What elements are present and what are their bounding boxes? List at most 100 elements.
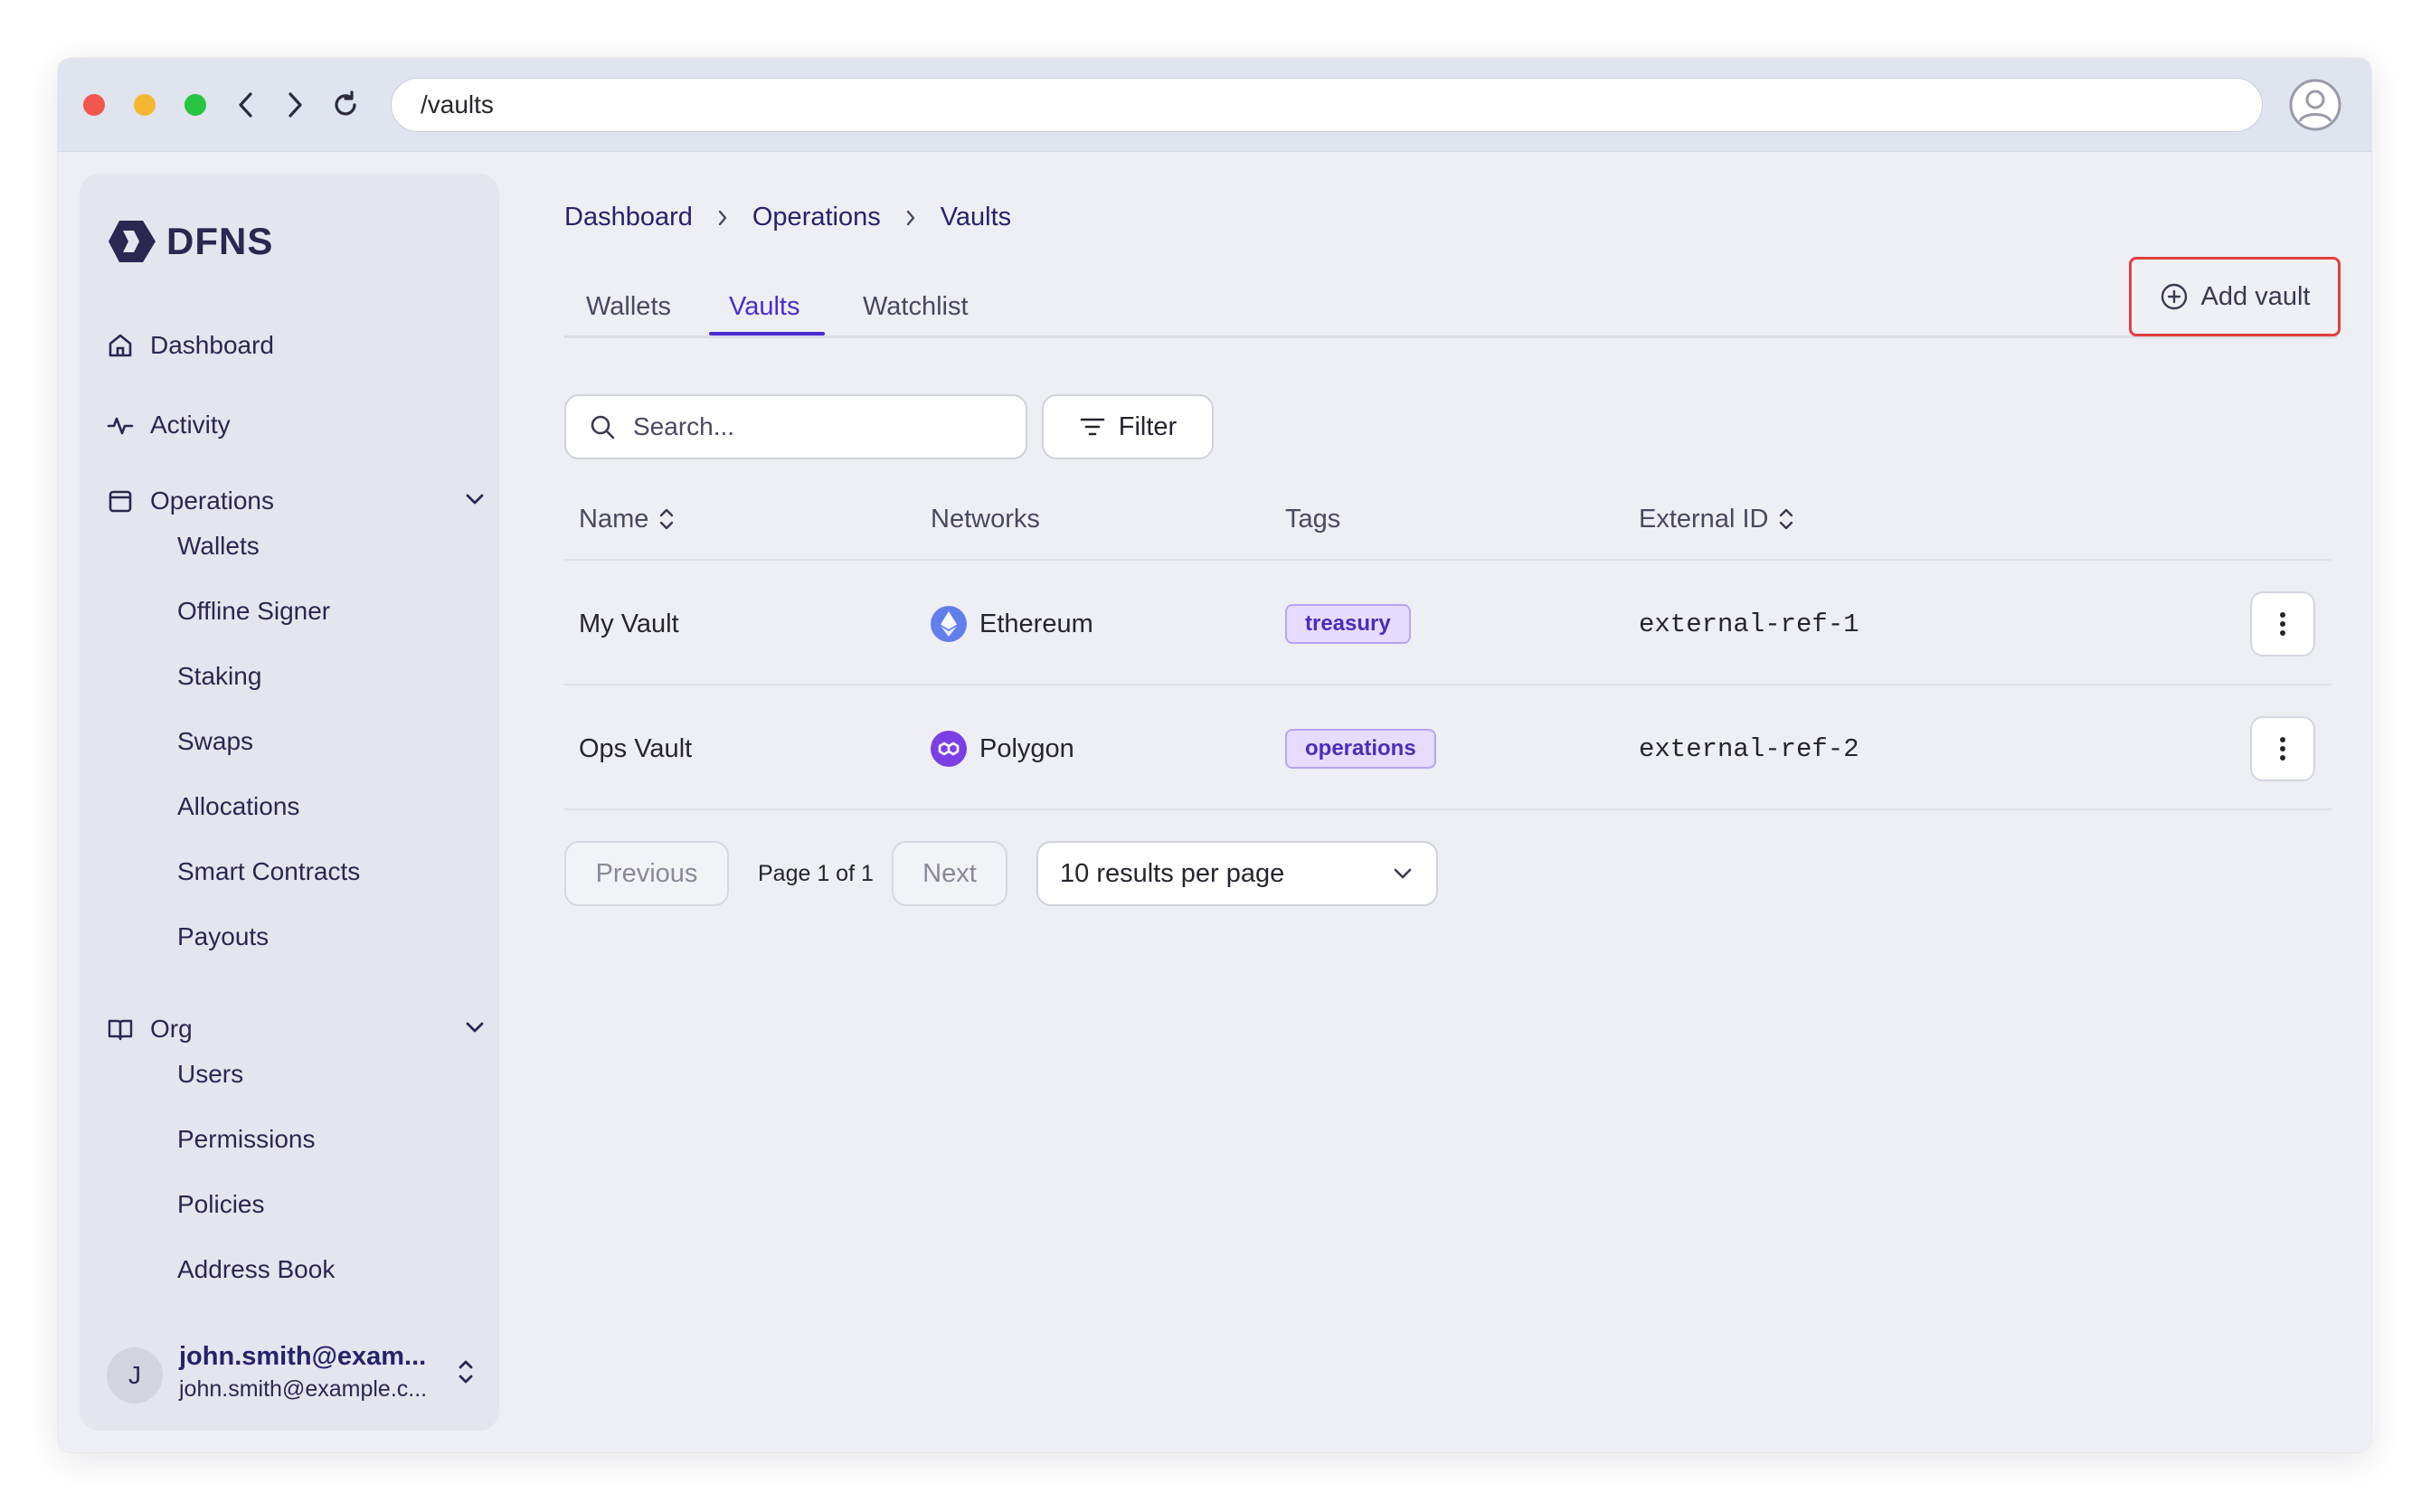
sidebar-item-dashboard[interactable]: Dashboard bbox=[107, 322, 274, 369]
dfns-logo-icon bbox=[109, 221, 156, 262]
tag-badge: treasury bbox=[1285, 604, 1411, 644]
sidebar-item-payouts[interactable]: Payouts bbox=[177, 917, 269, 957]
browser-titlebar: /vaults bbox=[58, 58, 2371, 152]
close-window-button[interactable] bbox=[83, 94, 105, 116]
network-cell: Polygon bbox=[931, 722, 1074, 776]
vault-name[interactable]: My Vault bbox=[579, 597, 679, 651]
search-input[interactable]: Search... bbox=[564, 394, 1027, 459]
user-menu[interactable]: J john.smith@exam... john.smith@example.… bbox=[107, 1342, 487, 1407]
tab-vaults[interactable]: Vaults bbox=[729, 275, 799, 338]
reload-button[interactable] bbox=[326, 85, 365, 125]
breadcrumb-vaults: Vaults bbox=[940, 203, 1012, 232]
browser-window: /vaults DFNS Dashboard Activity Operatio… bbox=[58, 58, 2371, 1452]
sidebar-item-label: Dashboard bbox=[150, 331, 274, 359]
sidebar-item-allocations[interactable]: Allocations bbox=[177, 787, 299, 827]
vault-name[interactable]: Ops Vault bbox=[579, 722, 692, 776]
breadcrumb-operations[interactable]: Operations bbox=[752, 203, 881, 232]
home-icon bbox=[109, 334, 132, 357]
sort-icon bbox=[1780, 508, 1793, 530]
network-name: Ethereum bbox=[979, 609, 1093, 638]
column-label: Networks bbox=[931, 504, 1040, 534]
add-vault-label: Add vault bbox=[2200, 281, 2311, 311]
filter-button[interactable]: Filter bbox=[1042, 394, 1214, 459]
maximize-window-button[interactable] bbox=[184, 94, 206, 116]
filter-label: Filter bbox=[1118, 411, 1178, 441]
minimize-window-button[interactable] bbox=[134, 94, 156, 116]
sidebar-item-offline-signer[interactable]: Offline Signer bbox=[177, 591, 330, 631]
column-header-external-id[interactable]: External ID bbox=[1639, 492, 1795, 546]
ethereum-icon bbox=[931, 606, 967, 642]
browser-profile-button[interactable] bbox=[2288, 78, 2342, 132]
brand-logo[interactable]: DFNS bbox=[107, 219, 273, 264]
forward-button[interactable] bbox=[275, 85, 315, 125]
column-header-name[interactable]: Name bbox=[579, 492, 676, 546]
chevron-right-icon bbox=[716, 209, 729, 227]
sidebar-item-wallets[interactable]: Wallets bbox=[177, 526, 260, 566]
tab-wallets[interactable]: Wallets bbox=[586, 275, 671, 338]
add-vault-button[interactable]: Add vault bbox=[2129, 257, 2341, 336]
search-placeholder: Search... bbox=[633, 412, 735, 440]
sidebar-item-address-book[interactable]: Address Book bbox=[177, 1250, 335, 1290]
book-icon bbox=[108, 1019, 133, 1041]
page-indicator: Page 1 of 1 bbox=[758, 860, 874, 886]
sidebar: DFNS Dashboard Activity Operations Walle… bbox=[80, 174, 499, 1431]
chevron-left-icon bbox=[239, 92, 252, 118]
external-id: external-ref-1 bbox=[1639, 609, 1859, 639]
table-divider bbox=[564, 559, 2332, 561]
chevron-right-icon bbox=[289, 92, 302, 118]
user-email: john.smith@example.c... bbox=[179, 1376, 428, 1402]
tag-badge: operations bbox=[1285, 729, 1436, 769]
table-divider bbox=[564, 808, 2332, 810]
sidebar-item-label: Operations bbox=[150, 487, 274, 515]
sidebar-item-users[interactable]: Users bbox=[177, 1054, 243, 1094]
more-vertical-icon bbox=[2280, 612, 2285, 636]
results-per-page-select[interactable]: 10 results per page bbox=[1036, 841, 1438, 906]
network-name: Polygon bbox=[979, 733, 1074, 763]
column-label: Tags bbox=[1285, 504, 1341, 534]
more-vertical-icon bbox=[2280, 737, 2285, 761]
chevron-down-icon[interactable] bbox=[465, 492, 485, 506]
sidebar-item-swaps[interactable]: Swaps bbox=[177, 722, 253, 761]
row-actions-button[interactable] bbox=[2250, 591, 2315, 657]
address-bar[interactable]: /vaults bbox=[391, 78, 2263, 132]
column-header-tags: Tags bbox=[1285, 492, 1340, 546]
polygon-icon bbox=[931, 731, 967, 767]
wallet-icon bbox=[109, 490, 132, 513]
sidebar-item-org[interactable]: Org bbox=[107, 1006, 478, 1053]
sidebar-item-operations[interactable]: Operations bbox=[107, 477, 478, 524]
chevron-down-icon[interactable] bbox=[465, 1020, 485, 1035]
user-circle-icon bbox=[2289, 79, 2341, 131]
plus-circle-icon bbox=[2161, 283, 2187, 310]
sidebar-item-label: Org bbox=[150, 1015, 193, 1043]
search-icon bbox=[591, 415, 615, 439]
chevron-down-icon bbox=[1394, 868, 1412, 879]
network-cell: Ethereum bbox=[931, 597, 1093, 651]
column-label: Name bbox=[579, 504, 649, 534]
chevron-right-icon bbox=[904, 209, 917, 227]
row-actions-button[interactable] bbox=[2250, 716, 2315, 781]
sidebar-item-staking[interactable]: Staking bbox=[177, 657, 261, 696]
tab-bar: Wallets Vaults Watchlist bbox=[564, 275, 2337, 338]
filter-icon bbox=[1080, 418, 1105, 436]
activity-icon bbox=[107, 417, 134, 435]
next-page-button[interactable]: Next bbox=[892, 841, 1007, 906]
sidebar-item-policies[interactable]: Policies bbox=[177, 1185, 264, 1224]
column-label: External ID bbox=[1639, 504, 1769, 534]
back-button[interactable] bbox=[226, 85, 266, 125]
per-page-value: 10 results per page bbox=[1060, 858, 1285, 888]
table-divider bbox=[564, 684, 2332, 685]
tab-watchlist[interactable]: Watchlist bbox=[863, 275, 969, 338]
active-tab-indicator bbox=[709, 332, 825, 335]
external-id: external-ref-2 bbox=[1639, 733, 1859, 764]
user-name: john.smith@exam... bbox=[179, 1342, 427, 1371]
breadcrumb: Dashboard Operations Vaults bbox=[564, 203, 1011, 232]
chevrons-up-down-icon bbox=[459, 1360, 473, 1384]
sidebar-item-activity[interactable]: Activity bbox=[107, 402, 231, 449]
sort-icon bbox=[660, 508, 674, 530]
sidebar-item-permissions[interactable]: Permissions bbox=[177, 1120, 315, 1159]
previous-page-button[interactable]: Previous bbox=[564, 841, 729, 906]
breadcrumb-dashboard[interactable]: Dashboard bbox=[564, 203, 693, 232]
reload-icon bbox=[335, 90, 356, 116]
sidebar-item-smart-contracts[interactable]: Smart Contracts bbox=[177, 852, 360, 892]
url-text: /vaults bbox=[421, 90, 494, 118]
